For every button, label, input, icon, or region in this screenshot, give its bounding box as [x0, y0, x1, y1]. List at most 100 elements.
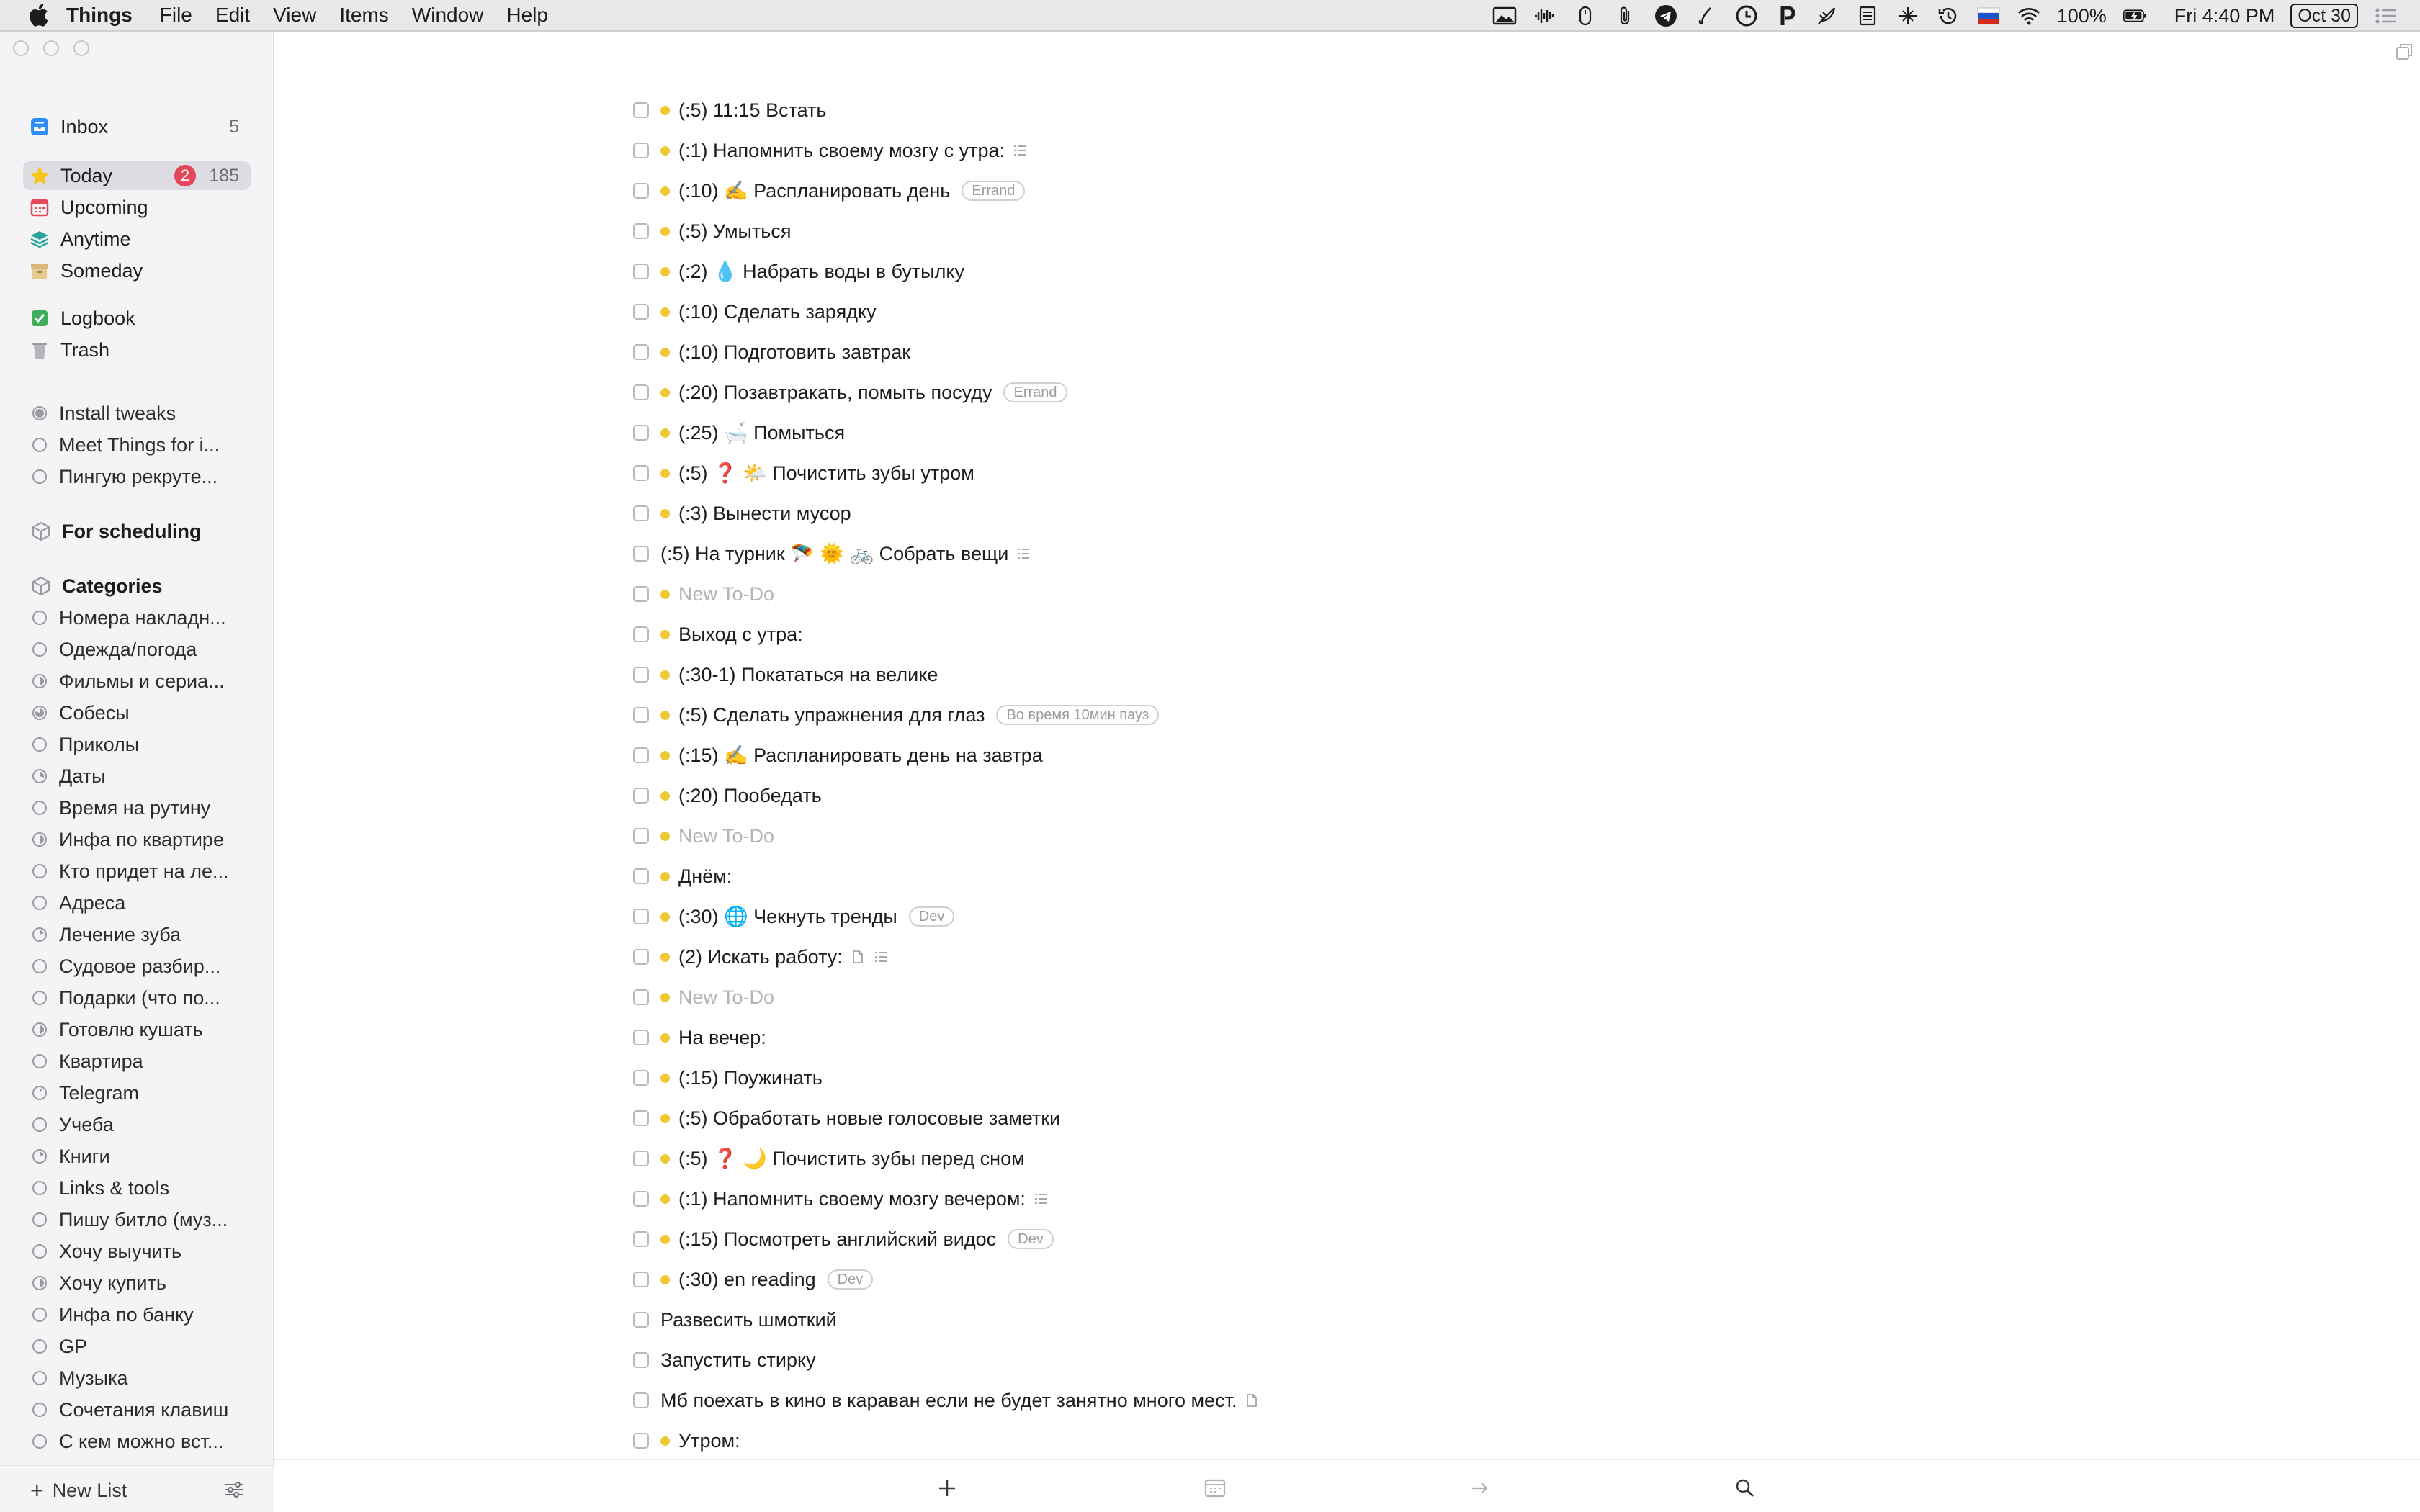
clock-icon[interactable]	[1734, 4, 1759, 28]
project-item[interactable]: Даты	[32, 762, 105, 791]
task-row[interactable]: New To-Do	[633, 983, 774, 1012]
battery-charging-icon[interactable]	[2123, 4, 2147, 28]
notes-icon[interactable]	[1855, 4, 1880, 28]
project-item[interactable]: Время на рутину	[32, 793, 210, 822]
task-checkbox[interactable]	[633, 1272, 649, 1287]
project-item[interactable]: Адреса	[32, 888, 125, 917]
task-checkbox[interactable]	[633, 788, 649, 804]
calendar-icon[interactable]	[1203, 1476, 1227, 1500]
task-row[interactable]: Развесить шмоткий	[633, 1305, 837, 1334]
audio-wave-icon[interactable]	[1533, 4, 1557, 28]
project-item[interactable]: Кто придет на ле...	[32, 857, 228, 886]
task-checkbox[interactable]	[633, 747, 649, 763]
area-categories[interactable]: Categories	[30, 572, 163, 600]
sidebar-item-someday[interactable]: Someday	[23, 256, 251, 285]
task-tag[interactable]: Dev	[908, 906, 955, 927]
task-row[interactable]: (:2) 💧 Набрать воды в бутылку	[633, 257, 964, 286]
task-row[interactable]: На вечер:	[633, 1023, 766, 1052]
task-row[interactable]: Мб поехать в кино в караван если не буде…	[633, 1386, 1260, 1415]
task-checkbox[interactable]	[633, 1030, 649, 1045]
task-row[interactable]: (:1) Напомнить своему мозгу вечером:	[633, 1184, 1049, 1213]
sidebar-item-inbox[interactable]: Inbox 5	[23, 112, 251, 141]
task-checkbox[interactable]	[633, 304, 649, 320]
task-tag[interactable]: Errand	[962, 181, 1026, 201]
task-row[interactable]: (:5) 11:15 Встать	[633, 96, 827, 125]
task-checkbox[interactable]	[633, 1392, 649, 1408]
notification-center-icon[interactable]	[2374, 4, 2398, 28]
task-row[interactable]: New To-Do	[633, 580, 774, 608]
project-install-tweaks[interactable]: Install tweaks	[32, 399, 176, 428]
sidebar-item-today[interactable]: Today 2 185	[23, 161, 251, 190]
brush-icon[interactable]	[1694, 4, 1718, 28]
telegram-icon[interactable]	[1654, 4, 1678, 28]
project-item[interactable]: Музыка	[32, 1364, 128, 1392]
task-checkbox[interactable]	[633, 1231, 649, 1247]
task-row[interactable]: Днём:	[633, 862, 732, 891]
zoom-window-button[interactable]	[73, 40, 89, 56]
project-item[interactable]: Учеба	[32, 1110, 114, 1139]
screenshot-app-icon[interactable]	[1492, 4, 1517, 28]
task-row[interactable]: (:5) Умыться	[633, 217, 791, 246]
task-row[interactable]: (:25) 🛁 Помыться	[633, 418, 845, 447]
project-item[interactable]: Приколы	[32, 730, 139, 759]
task-checkbox[interactable]	[633, 505, 649, 521]
pocket-icon[interactable]	[1775, 4, 1799, 28]
project-item[interactable]: Лечение зуба	[32, 920, 181, 949]
task-row[interactable]: (:10) Подготовить завтрак	[633, 338, 910, 366]
project-item[interactable]: Одежда/погода	[32, 635, 197, 664]
project-pinguyu[interactable]: Пингую рекруте...	[32, 462, 218, 491]
project-item[interactable]: Инфа по квартире	[32, 825, 224, 854]
project-item[interactable]: Готовлю кушать	[32, 1015, 203, 1044]
task-row[interactable]: (:15) ✍️ Распланировать день на завтра	[633, 741, 1043, 770]
plus-icon[interactable]	[935, 1476, 959, 1500]
time-machine-icon[interactable]	[1936, 4, 1960, 28]
project-item[interactable]: Инфа по банку	[32, 1300, 194, 1329]
task-checkbox[interactable]	[633, 223, 649, 239]
project-item[interactable]: Номера накладн...	[32, 603, 226, 632]
task-row[interactable]: (:5) На турник 🪂 🌞 🚲 Собрать вещи	[633, 539, 1031, 568]
task-checkbox[interactable]	[633, 1110, 649, 1126]
task-row[interactable]: Утром:	[633, 1426, 740, 1455]
task-checkbox[interactable]	[633, 626, 649, 642]
new-window-icon[interactable]	[2394, 42, 2414, 62]
task-row[interactable]: (:10) Сделать зарядку	[633, 297, 877, 326]
task-row[interactable]: (2) Искать работу:	[633, 942, 889, 971]
apple-icon[interactable]	[27, 4, 49, 27]
project-item[interactable]: Собесы	[32, 698, 130, 727]
project-item[interactable]: Хочу выучить	[32, 1237, 182, 1266]
task-row[interactable]: (:5) Сделать упражнения для глаз Во время…	[633, 701, 1160, 729]
task-checkbox[interactable]	[633, 1070, 649, 1086]
project-item[interactable]: Судовое разбир...	[32, 952, 220, 981]
task-row[interactable]: (:15) Посмотреть английский видос Dev	[633, 1225, 1054, 1254]
task-tag[interactable]: Dev	[1008, 1229, 1054, 1249]
menubar-clock[interactable]: Fri 4:40 PM	[2174, 5, 2275, 27]
sidebar-item-anytime[interactable]: Anytime	[23, 225, 251, 253]
task-row[interactable]: (:5) ❓ 🌤️ Почистить зубы утром	[633, 459, 974, 487]
task-row[interactable]: Запустить стирку	[633, 1346, 816, 1374]
task-checkbox[interactable]	[633, 949, 649, 965]
task-checkbox[interactable]	[633, 102, 649, 118]
task-row[interactable]: (:5) ❓ 🌙 Почистить зубы перед сном	[633, 1144, 1025, 1173]
task-checkbox[interactable]	[633, 546, 649, 562]
project-item[interactable]: Книги	[32, 1142, 110, 1171]
project-item[interactable]: Подарки (что по...	[32, 984, 220, 1012]
project-meet-things[interactable]: Meet Things for i...	[32, 431, 220, 459]
task-row[interactable]: (:20) Позавтракать, помыть посуду Errand	[633, 378, 1067, 407]
task-row[interactable]: (:20) Пообедать	[633, 781, 822, 810]
feather-icon[interactable]	[1815, 4, 1839, 28]
task-checkbox[interactable]	[633, 1433, 649, 1449]
project-item[interactable]: GP	[32, 1332, 87, 1361]
task-row[interactable]: (:10) ✍️ Распланировать день Errand	[633, 176, 1026, 205]
sidebar-item-logbook[interactable]: Logbook	[23, 304, 251, 333]
task-checkbox[interactable]	[633, 667, 649, 683]
app-name-menu[interactable]: Things	[66, 4, 133, 27]
task-row[interactable]: New To-Do	[633, 822, 774, 850]
date-widget[interactable]: Oct 30	[2290, 4, 2358, 28]
arrow-right-icon[interactable]	[1468, 1476, 1492, 1500]
task-checkbox[interactable]	[633, 183, 649, 199]
task-checkbox[interactable]	[633, 384, 649, 400]
sliders-icon[interactable]	[223, 1479, 245, 1500]
task-checkbox[interactable]	[633, 828, 649, 844]
menu-edit[interactable]: Edit	[215, 4, 250, 27]
task-checkbox[interactable]	[633, 868, 649, 884]
